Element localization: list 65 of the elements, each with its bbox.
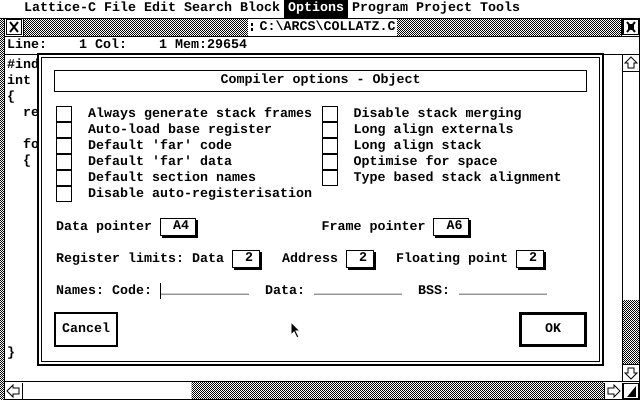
dialog-title: Compiler options - Object — [54, 70, 587, 92]
menu-item[interactable]: Tools — [476, 0, 524, 18]
option-label: Optimise for space — [354, 154, 498, 170]
checkbox[interactable] — [56, 154, 72, 170]
field-label: Floating point — [396, 252, 508, 266]
scroll-right-icon[interactable] — [604, 382, 622, 398]
popup-field[interactable]: A6 — [433, 218, 470, 236]
field-label: Names: — [56, 284, 104, 298]
popup-field[interactable]: 2 — [346, 250, 374, 268]
code-line: { — [7, 90, 15, 106]
scroll-down-icon[interactable] — [623, 364, 639, 381]
code-line: } — [7, 346, 15, 362]
dotted-bar-icon — [250, 22, 256, 34]
option-label: Always generate stack frames — [88, 106, 312, 122]
option-label: Disable stack merging — [354, 106, 522, 122]
menu-item[interactable]: File — [100, 0, 140, 18]
option-label: Auto-load base register — [88, 122, 272, 138]
field-label: Code: — [112, 284, 152, 298]
checkbox[interactable] — [56, 138, 72, 154]
ok-button[interactable]: OK — [519, 312, 587, 347]
menu-item[interactable]: Lattice-C — [20, 0, 100, 18]
checkbox[interactable] — [322, 170, 338, 186]
close-icon[interactable] — [6, 19, 22, 35]
mouse-pointer-icon — [290, 321, 302, 339]
code-line: int — [7, 74, 31, 90]
input-field[interactable]: ___________ — [160, 283, 249, 299]
field-label: BSS: — [418, 284, 450, 298]
menu-item[interactable]: Program — [348, 0, 412, 18]
checkbox[interactable] — [322, 154, 338, 170]
menu-item[interactable]: Options — [284, 0, 348, 18]
field-label: Frame pointer — [322, 220, 426, 234]
popup-field[interactable]: 2 — [516, 250, 544, 268]
checkbox[interactable] — [56, 170, 72, 186]
checkbox[interactable] — [56, 106, 72, 122]
option-label: Type based stack alignment — [354, 170, 562, 186]
checkbox[interactable] — [322, 122, 338, 138]
field-label: Data — [192, 252, 224, 266]
code-line: { — [22, 154, 31, 170]
option-label: Default 'far' data — [88, 154, 232, 170]
field-label: Data pointer — [56, 220, 152, 234]
checkbox[interactable] — [322, 138, 338, 154]
option-label: Long align externals — [354, 122, 514, 138]
checkbox[interactable] — [322, 106, 338, 122]
input-field[interactable]: ___________ — [312, 283, 402, 299]
field-label: Register limits: — [56, 252, 184, 266]
option-label: Long align stack — [354, 138, 482, 154]
menu-item[interactable]: Edit — [140, 0, 180, 18]
option-label: Default 'far' code — [88, 138, 232, 154]
title-bar[interactable]: C:\ARCS\COLLATZ.C — [23, 19, 622, 36]
window-title: C:\ARCS\COLLATZ.C — [258, 19, 396, 36]
popup-field[interactable]: A4 — [160, 218, 196, 236]
input-field[interactable]: ___________ — [458, 283, 547, 299]
fuller-icon[interactable] — [622, 19, 639, 35]
checkbox[interactable] — [56, 186, 72, 202]
resize-icon[interactable] — [622, 382, 639, 398]
menu-item[interactable]: Project — [412, 0, 476, 18]
cancel-button[interactable]: Cancel — [54, 312, 118, 347]
option-label: Default section names — [88, 170, 256, 186]
field-label: Data: — [264, 284, 305, 298]
checkbox[interactable] — [56, 122, 72, 138]
field-label: Address — [282, 252, 338, 266]
menu-item[interactable]: Search — [180, 0, 236, 18]
menu-item[interactable]: Block — [236, 0, 284, 18]
popup-field[interactable]: 2 — [232, 250, 260, 268]
option-label: Disable auto-registerisation — [88, 186, 312, 202]
